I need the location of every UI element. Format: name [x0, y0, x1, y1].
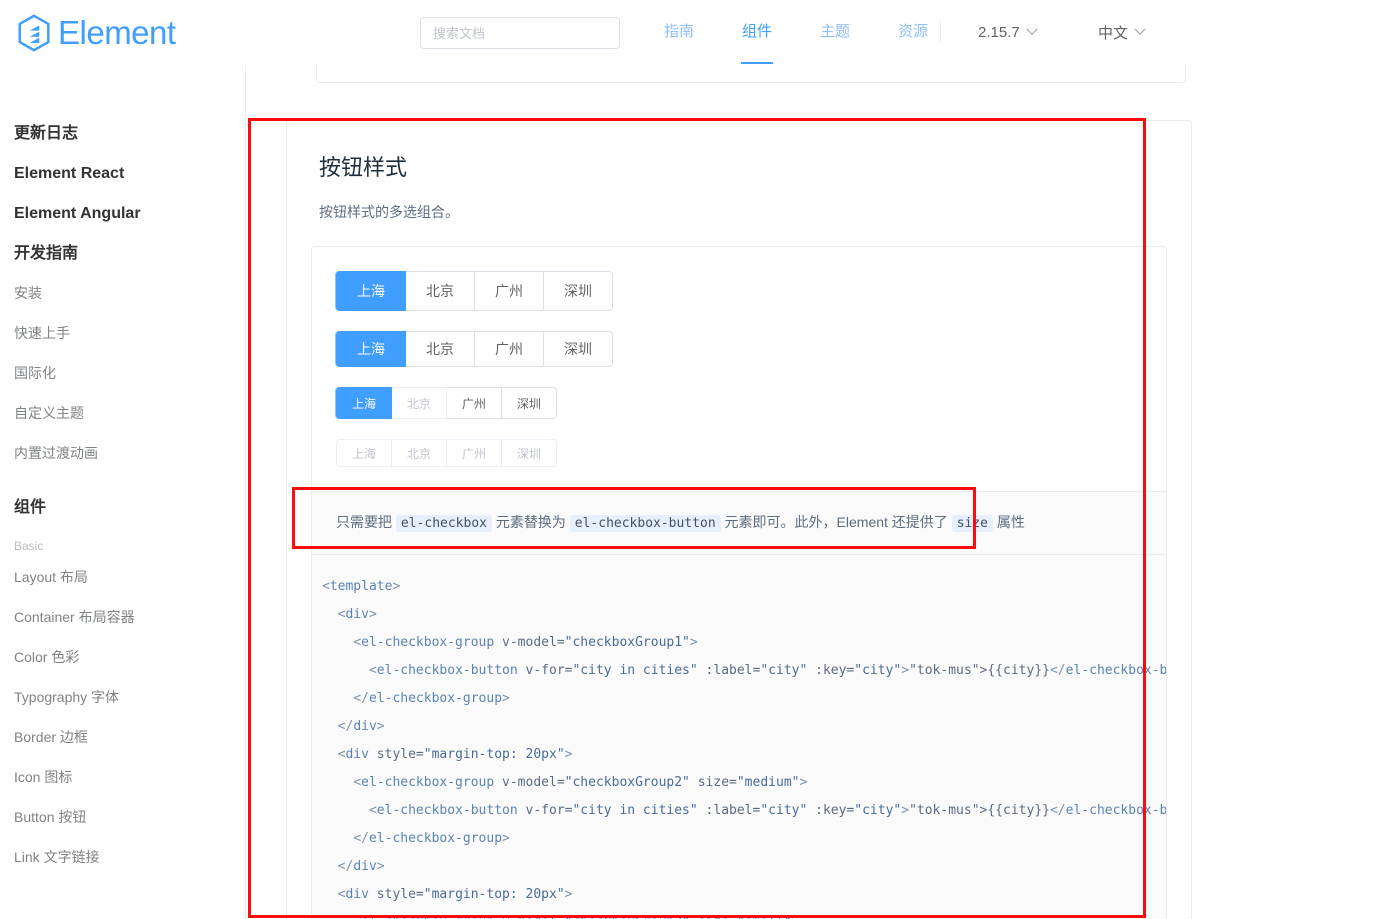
- checkbox-button-guangzhou: 广州: [447, 439, 503, 467]
- sidebar[interactable]: 更新日志 Element React Element Angular 开发指南 …: [0, 65, 246, 919]
- chevron-down-icon: [1134, 23, 1146, 35]
- checkbox-button-shanghai[interactable]: 上海: [336, 331, 406, 367]
- sidebar-item-icon[interactable]: Icon 图标: [0, 769, 245, 785]
- previous-demo-block: [316, 65, 1186, 83]
- inline-code-el-checkbox: el-checkbox: [395, 515, 492, 532]
- tip-text-part2: 元素替换为: [495, 514, 566, 530]
- checkbox-button-beijing: 北京: [392, 439, 448, 467]
- sidebar-item-element-react[interactable]: Element React: [0, 165, 245, 183]
- checkbox-button-shanghai[interactable]: 上海: [336, 387, 393, 419]
- sidebar-item-container[interactable]: Container 布局容器: [0, 609, 245, 625]
- checkbox-button-group-1[interactable]: 上海 北京 广州 深圳: [336, 271, 613, 311]
- sidebar-item-install[interactable]: 安装: [0, 285, 245, 301]
- main-content: 按钮样式 按钮样式的多选组合。 上海 北京 广州 深圳 上海 北京 广州 深圳 …: [246, 65, 1385, 919]
- checkbox-button-beijing: 北京: [392, 387, 448, 419]
- inline-code-el-checkbox-button: el-checkbox-button: [569, 515, 721, 532]
- logo[interactable]: Element: [14, 1, 176, 65]
- sidebar-item-layout[interactable]: Layout 布局: [0, 569, 245, 585]
- language-selector[interactable]: 中文: [1098, 0, 1146, 64]
- checkbox-button-group-4: 上海 北京 广州 深圳: [336, 439, 558, 467]
- checkbox-button-guangzhou[interactable]: 广州: [447, 387, 503, 419]
- sidebar-item-border[interactable]: Border 边框: [0, 729, 245, 745]
- checkbox-button-group-2[interactable]: 上海 北京 广州 深圳: [336, 331, 613, 367]
- tip-text-part3: 元素即可。此外，Element 还提供了: [724, 514, 948, 530]
- code-block[interactable]: <template> <div> <el-checkbox-group v-mo…: [311, 555, 1167, 919]
- checkbox-button-guangzhou[interactable]: 广州: [475, 331, 544, 367]
- checkbox-group-row: 上海 北京 广州 深圳: [336, 387, 1142, 419]
- checkbox-button-beijing[interactable]: 北京: [406, 331, 475, 367]
- checkbox-button-shanghai[interactable]: 上海: [336, 271, 406, 311]
- sidebar-section-dev-guide: 开发指南: [14, 245, 79, 262]
- demo-description-tip: 只需要把 el-checkbox 元素替换为 el-checkbox-butto…: [311, 491, 1167, 555]
- logo-text: Element: [58, 13, 176, 51]
- tip-text-part4: 属性: [996, 514, 1025, 530]
- nav-link-guide[interactable]: 指南: [664, 0, 694, 64]
- checkbox-button-beijing[interactable]: 北京: [406, 271, 475, 311]
- element-logo-icon: [18, 13, 50, 52]
- sidebar-item-i18n[interactable]: 国际化: [0, 365, 245, 381]
- checkbox-group-row: 上海 北京 广州 深圳: [336, 331, 1142, 367]
- sidebar-item-button[interactable]: Button 按钮: [0, 809, 245, 825]
- nav-link-resource[interactable]: 资源: [898, 0, 928, 64]
- page-title: 按钮样式: [319, 155, 408, 180]
- version-selector[interactable]: 2.15.7: [978, 0, 1038, 64]
- site-header: Element 指南 组件 主题 资源 2.15.7 中文: [0, 0, 1385, 65]
- checkbox-button-shenzhen[interactable]: 深圳: [502, 387, 558, 419]
- checkbox-button-shanghai: 上海: [336, 439, 393, 467]
- nav-link-components[interactable]: 组件: [742, 0, 772, 64]
- chevron-down-icon: [1026, 23, 1038, 35]
- demo-preview: 上海 北京 广州 深圳 上海 北京 广州 深圳 上海 北京 广州 深圳 上海 北…: [311, 246, 1167, 491]
- sidebar-item-element-angular[interactable]: Element Angular: [0, 205, 245, 223]
- search-input[interactable]: [420, 17, 620, 49]
- main-nav: 指南 组件 主题 资源: [640, 0, 952, 64]
- sidebar-item-custom-theme[interactable]: 自定义主题: [0, 405, 245, 421]
- checkbox-button-shenzhen[interactable]: 深圳: [544, 271, 613, 311]
- checkbox-group-row: 上海 北京 广州 深圳: [336, 271, 1142, 311]
- tip-text-part1: 只需要把: [336, 514, 392, 530]
- version-label: 2.15.7: [978, 23, 1020, 41]
- nav-link-theme[interactable]: 主题: [820, 0, 850, 64]
- checkbox-button-shenzhen[interactable]: 深圳: [544, 331, 613, 367]
- sidebar-item-transition[interactable]: 内置过渡动画: [0, 445, 245, 461]
- nav-divider: [940, 21, 941, 41]
- checkbox-button-group-3[interactable]: 上海 北京 广州 深圳: [336, 387, 558, 419]
- checkbox-button-guangzhou[interactable]: 广州: [475, 271, 544, 311]
- inline-code-size: size: [951, 515, 993, 532]
- sidebar-group-basic: Basic: [14, 539, 44, 553]
- sidebar-item-typography[interactable]: Typography 字体: [0, 689, 245, 705]
- checkbox-group-row: 上海 北京 广州 深圳: [336, 439, 1142, 467]
- sidebar-item-quickstart[interactable]: 快速上手: [0, 325, 245, 341]
- sidebar-item-color[interactable]: Color 色彩: [0, 649, 245, 665]
- button-style-demo-card: 按钮样式 按钮样式的多选组合。 上海 北京 广州 深圳 上海 北京 广州 深圳 …: [286, 120, 1192, 919]
- checkbox-button-shenzhen: 深圳: [502, 439, 558, 467]
- sidebar-item-link[interactable]: Link 文字链接: [0, 849, 245, 865]
- page-description: 按钮样式的多选组合。: [319, 204, 459, 220]
- language-label: 中文: [1098, 24, 1129, 42]
- sidebar-section-components: 组件: [14, 499, 47, 516]
- source-code: <template> <div> <el-checkbox-group v-mo…: [322, 579, 1166, 919]
- sidebar-item-changelog[interactable]: 更新日志: [0, 125, 245, 143]
